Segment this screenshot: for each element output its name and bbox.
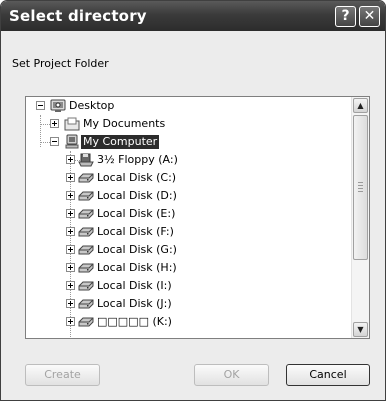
expand-toggle[interactable]	[66, 155, 75, 164]
tree-item-desktop[interactable]: Desktop	[26, 97, 346, 115]
expand-toggle[interactable]	[66, 317, 75, 326]
tree-item-my-documents[interactable]: My Documents	[26, 115, 346, 133]
grip-line	[358, 182, 363, 183]
grip-line	[358, 185, 363, 186]
tree-item-label: My Documents	[83, 117, 166, 130]
disk-drive-icon	[78, 296, 94, 312]
dialog-instruction: Set Project Folder	[12, 57, 109, 70]
scroll-down-button[interactable]: ▼	[353, 322, 368, 337]
tree-item-drive[interactable]: Local Disk (J:)	[26, 295, 346, 313]
select-directory-dialog: Select directory ? ✕ Set Project Folder …	[0, 0, 386, 401]
tree-item-drive[interactable]: Local Disk (H:)	[26, 259, 346, 277]
expand-toggle[interactable]	[50, 119, 59, 128]
tree-item-drive[interactable]: □□□□□ (K:)	[26, 313, 346, 331]
vertical-scrollbar[interactable]: ▲ ▼	[351, 97, 369, 338]
grip-line	[358, 188, 363, 189]
tree-item-label: Local Disk (H:)	[97, 261, 177, 274]
scrollbar-thumb[interactable]	[353, 115, 368, 260]
disk-drive-icon	[78, 260, 94, 276]
create-button[interactable]: Create	[25, 364, 100, 386]
collapse-toggle[interactable]	[50, 137, 59, 146]
tree-item-label: □□□□□ (K:)	[97, 315, 172, 328]
help-button[interactable]: ?	[335, 6, 356, 27]
tree-item-label: 3½ Floppy (A:)	[97, 153, 178, 166]
disk-drive-icon	[78, 188, 94, 204]
expand-toggle[interactable]	[66, 263, 75, 272]
expand-toggle[interactable]	[66, 191, 75, 200]
tree-item-label: Local Disk (G:)	[97, 243, 177, 256]
scroll-up-button[interactable]: ▲	[353, 98, 368, 113]
tree-item-drive[interactable]: Local Disk (F:)	[26, 223, 346, 241]
dialog-title: Select directory	[9, 7, 147, 25]
expand-toggle[interactable]	[66, 227, 75, 236]
disk-drive-icon	[78, 278, 94, 294]
expand-toggle[interactable]	[66, 299, 75, 308]
expand-toggle[interactable]	[66, 173, 75, 182]
title-bar[interactable]: Select directory ? ✕	[1, 1, 385, 31]
expand-toggle[interactable]	[66, 245, 75, 254]
expand-toggle[interactable]	[66, 209, 75, 218]
disk-drive-icon	[78, 242, 94, 258]
tree-item-my-computer[interactable]: My Computer	[26, 133, 346, 151]
floppy-drive-icon	[78, 152, 94, 168]
ok-button[interactable]: OK	[194, 364, 269, 386]
tree-item-drive[interactable]: Local Disk (D:)	[26, 187, 346, 205]
tree-item-drive[interactable]: Local Disk (G:)	[26, 241, 346, 259]
close-button[interactable]: ✕	[359, 6, 380, 27]
grip-line	[358, 191, 363, 192]
tree-item-label: My Computer	[81, 135, 160, 149]
folder-tree[interactable]: Desktop My Documents My Computer 3½ Flop…	[25, 96, 370, 339]
disk-drive-icon	[78, 206, 94, 222]
tree-item-label: Local Disk (J:)	[97, 297, 172, 310]
cancel-button[interactable]: Cancel	[286, 364, 370, 386]
computer-icon	[64, 134, 80, 150]
disk-drive-icon	[78, 224, 94, 240]
tree-item-label: Local Disk (D:)	[97, 189, 177, 202]
tree-item-label: Desktop	[69, 99, 115, 112]
tree-item-label: Local Disk (E:)	[97, 207, 176, 220]
tree-item-label: Local Disk (F:)	[97, 225, 174, 238]
desktop-icon	[50, 98, 66, 114]
tree-item-drive[interactable]: Local Disk (E:)	[26, 205, 346, 223]
collapse-toggle[interactable]	[36, 101, 45, 110]
tree-item-drive[interactable]: Local Disk (C:)	[26, 169, 346, 187]
expand-toggle[interactable]	[66, 281, 75, 290]
tree-item-label: Local Disk (I:)	[97, 279, 172, 292]
disk-drive-icon	[78, 314, 94, 330]
tree-item-drive[interactable]: 3½ Floppy (A:)	[26, 151, 346, 169]
folder-documents-icon	[64, 116, 80, 132]
disk-drive-icon	[78, 170, 94, 186]
tree-item-label: Local Disk (C:)	[97, 171, 177, 184]
tree-item-drive[interactable]: Local Disk (I:)	[26, 277, 346, 295]
